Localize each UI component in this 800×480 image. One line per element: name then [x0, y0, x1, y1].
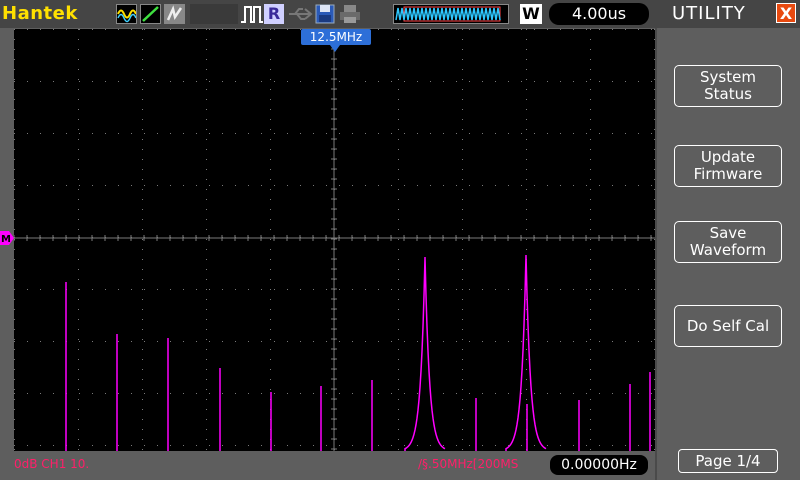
floppy-icon[interactable] [315, 4, 335, 24]
waveform-memory-icon [393, 4, 509, 24]
update-firmware-button[interactable]: Update Firmware [674, 145, 782, 187]
frequency-readout: 0.00000Hz [550, 455, 648, 475]
spectrum-peak [505, 254, 547, 451]
menu-title: UTILITY [672, 3, 746, 24]
channel-info: 0dB CH1 10. [14, 457, 90, 471]
ramp-icon[interactable] [140, 4, 161, 24]
channel-level-marker[interactable]: M [0, 231, 14, 245]
waveform-display[interactable] [13, 28, 655, 451]
waveform-graticule [13, 28, 655, 451]
window-badge[interactable]: W [520, 4, 542, 24]
spectrum-peak [404, 256, 446, 451]
run-state-badge: R [264, 4, 284, 24]
timebase-readout[interactable]: 4.00us [549, 3, 649, 25]
blank-slot [190, 4, 238, 24]
close-button[interactable]: X [776, 3, 796, 23]
save-waveform-button[interactable]: Save Waveform [674, 221, 782, 263]
brand-logo: Hantek [2, 3, 78, 24]
svg-text:M: M [1, 234, 11, 245]
page-button[interactable]: Page 1/4 [678, 449, 778, 473]
fft-info: /§.50MHz[200MS [418, 457, 519, 471]
persist-icon[interactable] [164, 4, 185, 24]
pulse-trigger-icon[interactable] [240, 4, 264, 24]
do-self-cal-button[interactable]: Do Self Cal [674, 305, 782, 347]
center-frequency-pointer [330, 45, 340, 52]
wave-icon[interactable] [116, 4, 137, 24]
center-frequency-marker[interactable]: 12.5MHz [301, 29, 371, 45]
usb-icon [287, 6, 315, 22]
system-status-button[interactable]: System Status [674, 65, 782, 107]
printer-icon[interactable] [339, 4, 361, 24]
